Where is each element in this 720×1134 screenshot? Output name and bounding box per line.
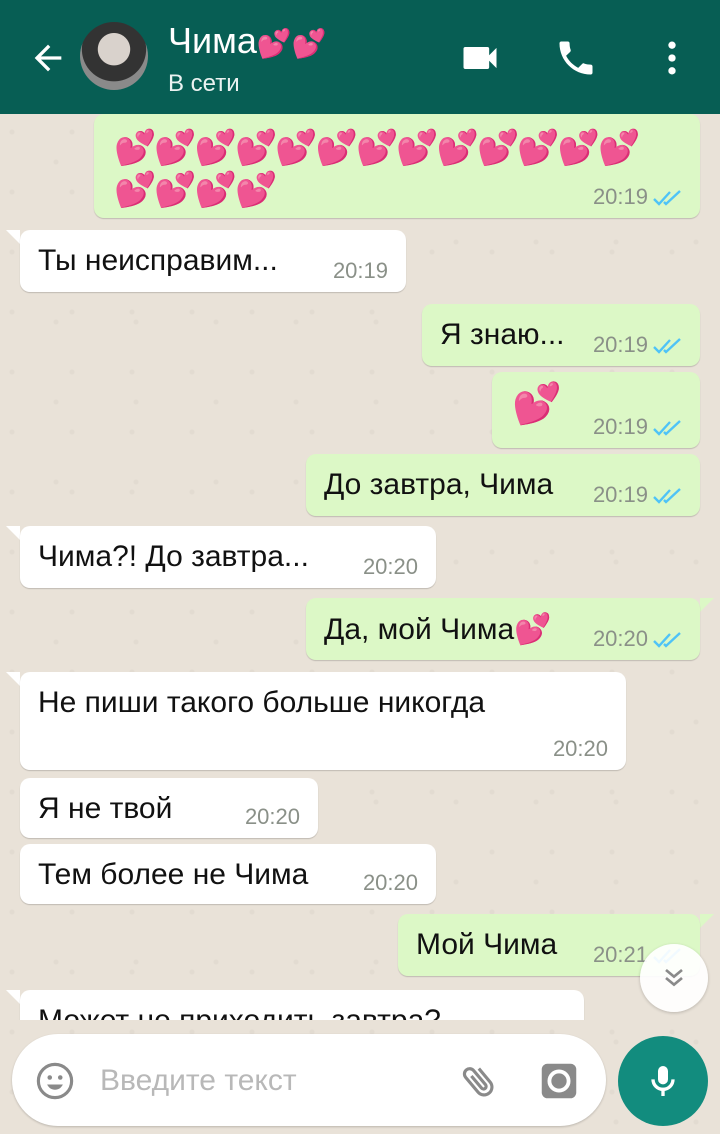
message-bubble-outgoing[interactable]: Да, мой Чима💕 20:20 — [306, 598, 700, 660]
message-time: 20:21 — [592, 942, 648, 967]
more-vert-icon[interactable] — [650, 36, 694, 80]
message-time: 20:19 — [332, 258, 388, 283]
phone-icon[interactable] — [554, 36, 598, 80]
message-time: 20:20 — [244, 804, 300, 829]
message-bubble-outgoing[interactable]: 💕 20:19 — [492, 372, 700, 448]
double-check-icon — [653, 420, 681, 436]
video-call-icon[interactable] — [458, 36, 502, 80]
mic-icon — [651, 1066, 675, 1096]
message-bubble-outgoing[interactable]: До завтра, Чима 20:19 — [306, 454, 700, 516]
message-bubble-incoming[interactable]: Тем более не Чима 20:20 — [20, 844, 436, 904]
message-text: Да, мой Чима💕 — [324, 613, 552, 646]
message-time: 20:19 — [592, 184, 648, 209]
bubble-tail — [6, 672, 20, 686]
double-check-icon — [653, 338, 681, 354]
bubble-tail — [6, 230, 20, 244]
message-text: Может не приходить завтра? — [38, 1004, 441, 1020]
message-bubble-incoming[interactable]: Ты неисправим... 20:19 — [20, 230, 406, 292]
double-check-icon — [653, 632, 681, 648]
message-composer: Введите текст — [12, 1034, 606, 1126]
voice-record-button[interactable] — [618, 1036, 708, 1126]
message-text: 💕💕💕💕 — [114, 171, 277, 209]
message-time: 20:20 — [552, 736, 608, 761]
message-text: Я не твой — [38, 792, 173, 825]
message-list[interactable]: 💕💕💕💕💕💕💕💕💕💕💕💕💕 💕💕💕💕 20:19 Ты неисправим..… — [0, 114, 720, 1020]
message-text: Тем более не Чима — [38, 858, 309, 891]
bubble-tail — [700, 914, 714, 928]
message-time: 20:19 — [592, 414, 648, 439]
double-check-icon — [653, 190, 681, 206]
message-time: 20:20 — [362, 870, 418, 895]
message-bubble-outgoing[interactable]: 💕💕💕💕💕💕💕💕💕💕💕💕💕 💕💕💕💕 20:19 — [94, 114, 700, 218]
message-text: 💕 — [512, 382, 562, 426]
message-input[interactable]: Введите текст — [100, 1064, 297, 1098]
contact-status: В сети — [168, 70, 240, 97]
message-bubble-incoming[interactable]: Может не приходить завтра? — [20, 990, 584, 1020]
scroll-down-button[interactable] — [640, 944, 708, 1012]
message-text: 💕💕💕💕💕💕💕💕💕💕💕💕💕 — [114, 129, 640, 167]
back-arrow-icon[interactable] — [28, 38, 68, 78]
scroll-down-icon — [665, 968, 683, 987]
message-text: До завтра, Чима — [324, 468, 554, 501]
bubble-tail — [700, 598, 714, 612]
message-time: 20:19 — [592, 482, 648, 507]
message-text: Не пиши такого больше никогда — [38, 686, 486, 719]
message-time: 20:20 — [362, 554, 418, 579]
attach-icon[interactable] — [458, 1060, 500, 1102]
message-bubble-incoming[interactable]: Чима?! До завтра... 20:20 — [20, 526, 436, 588]
message-bubble-incoming[interactable]: Я не твой 20:20 — [20, 778, 318, 838]
message-bubble-outgoing[interactable]: Я знаю... 20:19 — [422, 304, 700, 366]
message-text: Чима?! До завтра... — [38, 540, 309, 573]
chat-header: Чима💕💕 В сети — [0, 0, 720, 114]
contact-name-hearts: 💕💕 — [256, 28, 327, 59]
message-text: Мой Чима — [416, 928, 558, 961]
camera-icon[interactable] — [536, 1058, 582, 1104]
message-text: Ты неисправим... — [38, 244, 278, 277]
double-check-icon — [653, 488, 681, 504]
bubble-tail — [6, 990, 20, 1004]
message-bubble-incoming[interactable]: Не пиши такого больше никогда 20:20 — [20, 672, 626, 770]
message-time: 20:20 — [592, 626, 648, 651]
contact-name-text: Чима — [168, 20, 257, 61]
contact-name[interactable]: Чима💕💕 — [168, 20, 327, 62]
avatar[interactable] — [80, 22, 148, 90]
message-text: Я знаю... — [440, 318, 565, 351]
bubble-tail — [6, 526, 20, 540]
message-time: 20:19 — [592, 332, 648, 357]
emoji-icon[interactable] — [34, 1060, 76, 1102]
